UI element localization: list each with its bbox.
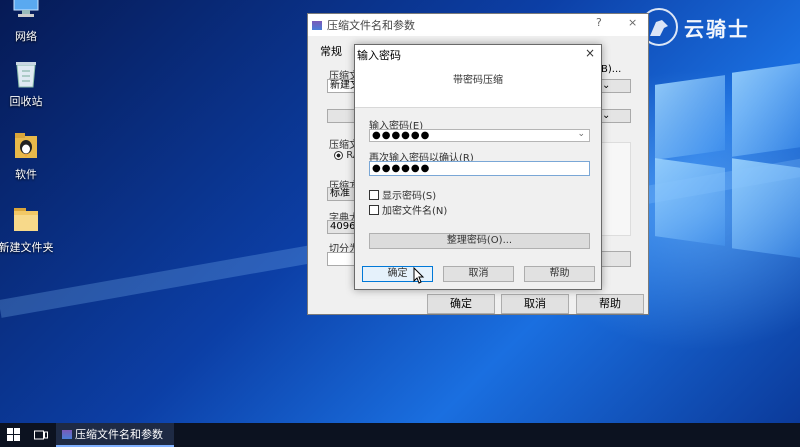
enter-password-field[interactable]: ●●●●●● ⌄ xyxy=(369,129,590,142)
dictionary-size-field[interactable]: 4096 K xyxy=(327,220,355,234)
desktop: 网络 回收站 软件 新建文件夹 云骑士 压缩文件名和参数 ? × 常规 压缩文 … xyxy=(0,0,800,423)
folder-icon xyxy=(11,203,41,235)
radio-selected-icon xyxy=(334,150,343,160)
mouse-cursor-icon xyxy=(413,266,425,288)
encrypt-filenames-label: 加密文件名(N) xyxy=(382,206,448,217)
checkbox-icon xyxy=(369,189,379,200)
desktop-icon-label: 软件 xyxy=(15,168,37,181)
options-dropdown[interactable]: ⌄ xyxy=(599,109,631,123)
show-password-label: 显示密码(S) xyxy=(382,191,437,202)
task-view-icon xyxy=(34,430,48,440)
dialog-cancel-button[interactable]: 取消 xyxy=(443,266,514,282)
recycle-bin-icon xyxy=(11,57,41,89)
browse-button[interactable]: B)... xyxy=(599,64,629,78)
password-dots: ●●●●●● xyxy=(372,163,431,174)
winrar-app-icon xyxy=(62,429,72,439)
watermark: 云骑士 xyxy=(640,8,750,46)
compression-method-field[interactable]: 标准 xyxy=(327,187,355,201)
update-mode-dropdown[interactable]: ⌄ xyxy=(599,79,631,93)
desktop-icon-label: 网络 xyxy=(15,30,37,43)
split-volume-field[interactable] xyxy=(327,252,355,266)
close-icon[interactable]: × xyxy=(585,46,595,60)
dialog-help-button[interactable]: 帮助 xyxy=(524,266,595,282)
task-view-button[interactable] xyxy=(28,423,54,447)
set-password-button[interactable] xyxy=(601,251,631,267)
dialog-titlebar[interactable]: 输入密码 × xyxy=(355,45,601,63)
desktop-icon-new-folder[interactable]: 新建文件夹 xyxy=(0,203,56,255)
desktop-icon-label: 回收站 xyxy=(9,95,43,108)
taskbar-app-label: 压缩文件名和参数 xyxy=(75,428,163,441)
show-password-checkbox[interactable]: 显示密码(S) xyxy=(369,187,436,202)
profile-dropdown[interactable] xyxy=(327,109,355,123)
enter-password-dialog: 输入密码 × 带密码压缩 输入密码(E) ●●●●●● ⌄ 再次输入密码以确认(… xyxy=(354,44,602,290)
desktop-icon-recycle-bin[interactable]: 回收站 xyxy=(0,57,56,109)
window-titlebar[interactable]: 压缩文件名和参数 ? × xyxy=(308,14,648,36)
software-folder-icon xyxy=(11,130,41,162)
dialog-title: 输入密码 xyxy=(357,49,401,62)
windows-logo-icon xyxy=(7,428,20,441)
chevron-down-icon: ⌄ xyxy=(602,110,611,121)
cancel-button[interactable]: 取消 xyxy=(501,294,569,314)
desktop-icon-network[interactable]: 网络 xyxy=(0,0,56,44)
window-title: 压缩文件名和参数 xyxy=(327,19,415,32)
chevron-down-icon[interactable]: ⌄ xyxy=(577,129,586,140)
password-dots: ●●●●●● xyxy=(372,130,431,141)
encrypt-filenames-checkbox[interactable]: 加密文件名(N) xyxy=(369,202,447,217)
desktop-icon-label: 新建文件夹 xyxy=(0,241,54,254)
taskbar: 压缩文件名和参数 xyxy=(0,423,800,447)
help-button[interactable]: 帮助 xyxy=(576,294,644,314)
help-title-button[interactable]: ? xyxy=(596,16,602,29)
dialog-header-text: 带密码压缩 xyxy=(453,75,503,86)
wallpaper-logo-pane xyxy=(655,75,725,160)
network-icon xyxy=(11,0,41,24)
watermark-text: 云骑士 xyxy=(684,16,750,41)
start-button[interactable] xyxy=(0,423,28,447)
options-panel xyxy=(601,142,631,236)
tab-general[interactable]: 常规 xyxy=(320,43,342,59)
wallpaper-logo-pane xyxy=(732,63,800,157)
wallpaper-logo-pane xyxy=(655,158,725,246)
winrar-app-icon xyxy=(312,20,322,30)
taskbar-app-winrar[interactable]: 压缩文件名和参数 xyxy=(56,423,174,447)
chevron-down-icon: ⌄ xyxy=(602,80,611,91)
organize-passwords-button[interactable]: 整理密码(O)... xyxy=(369,233,590,249)
checkbox-icon xyxy=(369,204,379,215)
close-title-button[interactable]: × xyxy=(628,16,637,29)
confirm-password-field[interactable]: ●●●●●● xyxy=(369,161,590,176)
desktop-icon-software[interactable]: 软件 xyxy=(0,130,56,182)
ok-button[interactable]: 确定 xyxy=(427,294,495,314)
